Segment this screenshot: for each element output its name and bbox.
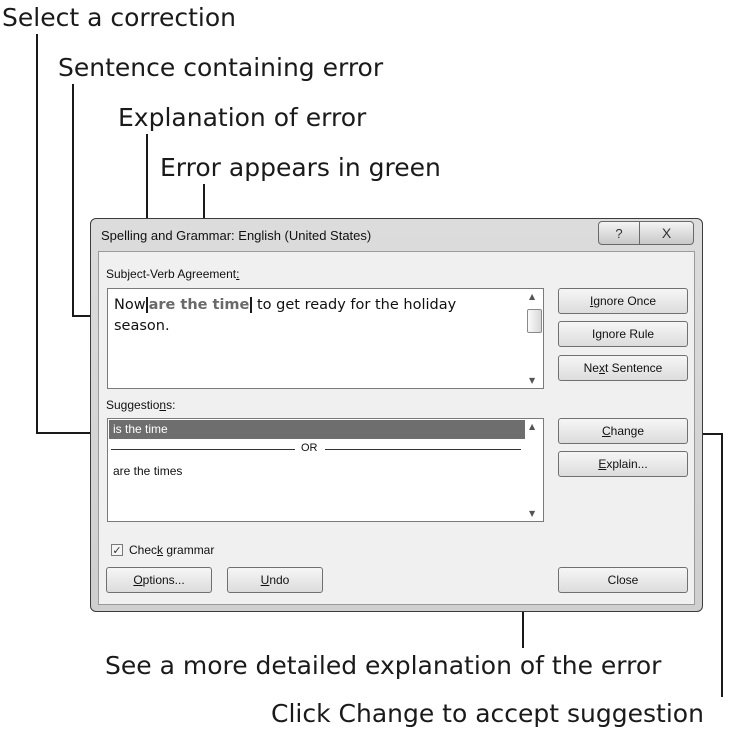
callout-click-change: Click Change to accept suggestion <box>271 699 704 728</box>
sentence-text: Now are the time to get ready for the hol… <box>114 295 514 337</box>
scroll-up-icon[interactable]: ▲ <box>529 292 535 301</box>
dialog-client-area: Subject-Verb Agreement: Now are the time … <box>98 251 695 605</box>
sentence-scrollbar[interactable]: ▲ ▼ <box>526 289 543 388</box>
suggestion-separator: OR <box>111 442 521 456</box>
window-controls: ? X <box>598 221 694 245</box>
check-grammar-checkbox[interactable]: ✓ <box>111 544 123 557</box>
scroll-thumb[interactable] <box>527 309 542 333</box>
callout-select-correction: Select a correction <box>2 3 236 32</box>
error-type-label: Subject-Verb Agreement: <box>106 267 240 281</box>
sentence-before: Now <box>114 297 146 313</box>
title-bar[interactable]: Spelling and Grammar: English (United St… <box>91 219 702 251</box>
close-icon: X <box>661 225 672 241</box>
close-button[interactable]: Close <box>558 567 688 593</box>
callout-error-appears-in-green: Error appears in green <box>160 153 441 182</box>
leader-line-select-correction <box>36 34 38 434</box>
error-highlight: are the time <box>145 297 253 313</box>
question-icon: ? <box>615 225 623 241</box>
leader-line-sentence <box>72 84 74 317</box>
help-button[interactable]: ? <box>599 222 640 244</box>
suggestion-selected[interactable]: is the time <box>109 420 525 439</box>
callout-explanation-of-error: Explanation of error <box>118 103 367 132</box>
leader-line-change <box>721 433 723 697</box>
callout-sentence-containing-error: Sentence containing error <box>58 53 384 82</box>
next-sentence-button[interactable]: Ne x t Sentence <box>558 355 688 381</box>
check-grammar-label[interactable]: Check grammar <box>129 543 214 557</box>
ignore-once-button[interactable]: Ignore Once <box>558 288 688 314</box>
dialog-title: Spelling and Grammar: English (United St… <box>101 228 372 243</box>
suggestions-list[interactable]: is the time OR are the times ▲ ▼ <box>107 418 544 522</box>
suggestions-label: Suggestions: <box>106 398 176 412</box>
checkmark-icon: ✓ <box>112 544 122 557</box>
callout-detailed-explanation: See a more detailed explanation of the e… <box>105 651 662 680</box>
separator-line-right <box>325 449 521 450</box>
separator-or-label: OR <box>301 442 318 454</box>
separator-line-left <box>111 449 295 450</box>
scroll-down-icon[interactable]: ▼ <box>529 509 535 518</box>
window-close-button[interactable]: X <box>640 222 693 244</box>
suggestions-scrollbar[interactable]: ▲ ▼ <box>526 419 543 521</box>
ignore-rule-button[interactable]: Ig nore Rule <box>558 321 688 347</box>
scroll-up-icon[interactable]: ▲ <box>529 422 535 431</box>
change-button[interactable]: Change <box>558 418 688 444</box>
explain-button[interactable]: Explain... <box>558 451 688 477</box>
options-button[interactable]: Options... <box>106 567 212 593</box>
sentence-textbox[interactable]: Now are the time to get ready for the hol… <box>107 288 544 389</box>
suggestion-alternate[interactable]: are the times <box>113 464 182 478</box>
undo-button[interactable]: Undo <box>227 567 323 593</box>
scroll-down-icon[interactable]: ▼ <box>529 376 535 385</box>
spelling-grammar-dialog: Spelling and Grammar: English (United St… <box>90 218 703 612</box>
